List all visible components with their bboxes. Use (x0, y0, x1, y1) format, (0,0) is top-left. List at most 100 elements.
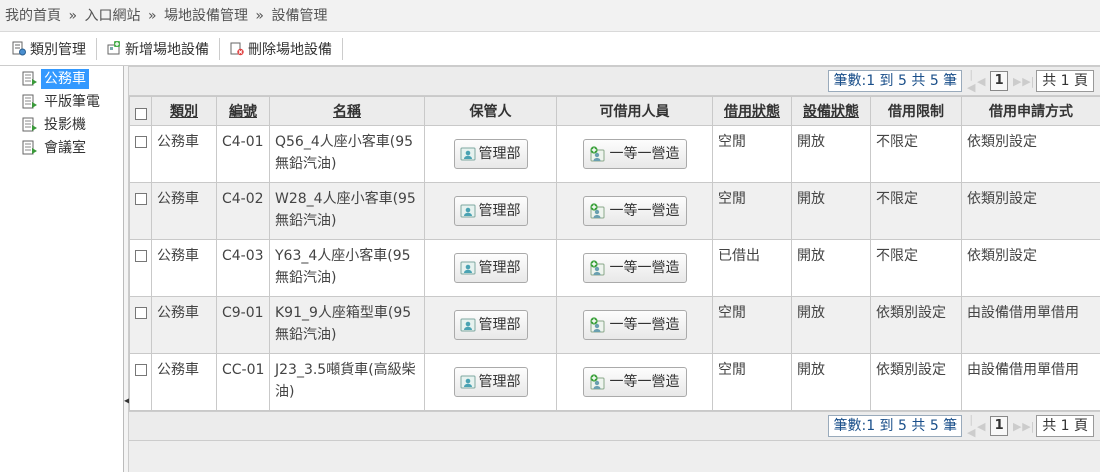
borrowers-button[interactable]: 一等一營造 (582, 196, 687, 226)
delete-venue-icon (230, 42, 244, 56)
col-header-borrowers: 可借用人員 (556, 96, 713, 126)
cell-category: 公務車 (151, 239, 217, 297)
cell-apply-method: 由設備借用單借用 (961, 353, 1100, 411)
equipment-node-icon (22, 117, 37, 132)
cell-borrowers: 一等一營造 (556, 353, 713, 411)
sidebar-item-official-car[interactable]: 公務車 (0, 68, 123, 90)
user-card-icon (460, 375, 475, 389)
col-header-equip-status[interactable]: 設備狀態 (791, 96, 871, 126)
total-pages: 共 1 頁 (1036, 415, 1094, 437)
cell-name: Q56_4人座小客車(95無鉛汽油) (269, 125, 425, 183)
cell-code[interactable]: C4-03 (216, 239, 270, 297)
table-row[interactable]: 公務車 C4-01 Q56_4人座小客車(95無鉛汽油) 管理部 一等一營造 空閒 開放 不限… (129, 125, 1100, 183)
equipment-node-icon (22, 94, 37, 109)
cell-code[interactable]: C9-01 (216, 296, 270, 354)
sidebar-item-projector[interactable]: 投影機 (0, 114, 123, 136)
current-page[interactable]: 1 (990, 71, 1009, 91)
cell-borrowers: 一等一營造 (556, 125, 713, 183)
cell-keeper: 管理部 (424, 353, 557, 411)
select-all-checkbox[interactable] (129, 96, 152, 126)
prev-page-icon[interactable]: ◀ (976, 75, 986, 88)
first-page-icon[interactable]: |◀ (966, 68, 976, 94)
borrowers-label: 一等一營造 (609, 203, 680, 219)
cell-limit: 依類別設定 (870, 353, 962, 411)
col-header-name[interactable]: 名稱 (269, 96, 425, 126)
borrowers-button[interactable]: 一等一營造 (582, 310, 687, 340)
borrowers-label: 一等一營造 (609, 317, 680, 333)
user-card-icon (460, 318, 475, 332)
breadcrumb-separator: » (68, 8, 78, 24)
equipment-grid-panel: 筆數:1 到 5 共 5 筆 |◀ ◀ 1 ▶ ▶| 共 1 頁 類別 編號 名… (129, 66, 1100, 472)
category-management-label: 類別管理 (30, 41, 86, 58)
next-page-icon[interactable]: ▶ (1012, 75, 1022, 88)
cell-name: K91_9人座箱型車(95無鉛汽油) (269, 296, 425, 354)
col-header-loan-status[interactable]: 借用狀態 (712, 96, 792, 126)
last-page-icon[interactable]: ▶| (1022, 75, 1034, 88)
cell-apply-method: 依類別設定 (961, 182, 1100, 240)
col-header-apply-method: 借用申請方式 (961, 96, 1100, 126)
cell-apply-method: 由設備借用單借用 (961, 296, 1100, 354)
document-settings-icon (12, 41, 26, 56)
keeper-label: 管理部 (478, 374, 521, 390)
keeper-button[interactable]: 管理部 (453, 253, 528, 283)
cell-limit: 不限定 (870, 239, 962, 297)
breadcrumb-separator: » (147, 8, 157, 24)
keeper-label: 管理部 (478, 146, 521, 162)
row-checkbox[interactable] (129, 182, 152, 240)
next-page-icon[interactable]: ▶ (1012, 420, 1022, 433)
cell-name: W28_4人座小客車(95無鉛汽油) (269, 182, 425, 240)
prev-page-icon[interactable]: ◀ (976, 420, 986, 433)
keeper-button[interactable]: 管理部 (453, 196, 528, 226)
main-area: 公務車 平版筆電 投影機 會議室 ◀ 筆數:1 到 5 共 5 筆 |◀ ◀ 1… (0, 66, 1100, 472)
equipment-table: 類別 編號 名稱 保管人 可借用人員 借用狀態 設備狀態 借用限制 借用申請方式… (129, 96, 1100, 411)
breadcrumb-separator: » (255, 8, 264, 24)
sidebar-item-label: 公務車 (41, 69, 89, 89)
cell-apply-method: 依類別設定 (961, 239, 1100, 297)
breadcrumb-venue[interactable]: 場地設備管理 (164, 8, 248, 24)
row-checkbox[interactable] (129, 239, 152, 297)
last-page-icon[interactable]: ▶| (1022, 420, 1034, 433)
cell-borrowers: 一等一營造 (556, 182, 713, 240)
table-row[interactable]: 公務車 C9-01 K91_9人座箱型車(95無鉛汽油) 管理部 一等一營造 空閒 開放 依類… (129, 296, 1100, 354)
cell-limit: 不限定 (870, 125, 962, 183)
add-venue-button[interactable]: 新增場地設備 (105, 37, 219, 61)
cell-code[interactable]: C4-01 (216, 125, 270, 183)
keeper-button[interactable]: 管理部 (453, 310, 528, 340)
cell-keeper: 管理部 (424, 239, 557, 297)
borrowers-button[interactable]: 一等一營造 (582, 139, 687, 169)
cell-code[interactable]: C4-02 (216, 182, 270, 240)
record-count: 筆數:1 到 5 共 5 筆 (828, 70, 963, 92)
table-row[interactable]: 公務車 C4-02 W28_4人座小客車(95無鉛汽油) 管理部 一等一營造 空閒 開放 不限… (129, 182, 1100, 240)
sidebar-item-meeting-room[interactable]: 會議室 (0, 137, 123, 159)
cell-loan-status: 已借出 (712, 239, 792, 297)
sidebar-item-label: 會議室 (44, 140, 86, 156)
cell-equip-status: 開放 (791, 353, 871, 411)
add-user-icon (589, 203, 604, 219)
cell-code[interactable]: CC-01 (216, 353, 270, 411)
current-page[interactable]: 1 (990, 416, 1009, 436)
category-management-button[interactable]: 類別管理 (10, 37, 96, 61)
borrowers-button[interactable]: 一等一營造 (582, 253, 687, 283)
sidebar-item-tablet[interactable]: 平版筆電 (0, 91, 123, 113)
cell-category: 公務車 (151, 296, 217, 354)
delete-venue-button[interactable]: 刪除場地設備 (228, 37, 342, 61)
borrowers-label: 一等一營造 (609, 260, 680, 276)
breadcrumb-home[interactable]: 我的首頁 (5, 8, 61, 24)
col-header-category[interactable]: 類別 (151, 96, 217, 126)
col-header-code[interactable]: 編號 (216, 96, 270, 126)
cell-loan-status: 空閒 (712, 353, 792, 411)
breadcrumb-portal[interactable]: 入口網站 (84, 8, 140, 24)
table-row[interactable]: 公務車 CC-01 J23_3.5噸貨車(高級柴油) 管理部 一等一營造 空閒 開放 依類別設… (129, 353, 1100, 411)
first-page-icon[interactable]: |◀ (966, 413, 976, 439)
cell-category: 公務車 (151, 353, 217, 411)
keeper-label: 管理部 (478, 260, 521, 276)
add-venue-label: 新增場地設備 (125, 41, 209, 58)
cell-borrowers: 一等一營造 (556, 296, 713, 354)
table-row[interactable]: 公務車 C4-03 Y63_4人座小客車(95無鉛汽油) 管理部 一等一營造 已借出 開放不… (129, 239, 1100, 297)
row-checkbox[interactable] (129, 353, 152, 411)
borrowers-button[interactable]: 一等一營造 (582, 367, 687, 397)
row-checkbox[interactable] (129, 296, 152, 354)
keeper-button[interactable]: 管理部 (453, 367, 528, 397)
row-checkbox[interactable] (129, 125, 152, 183)
keeper-button[interactable]: 管理部 (453, 139, 528, 169)
